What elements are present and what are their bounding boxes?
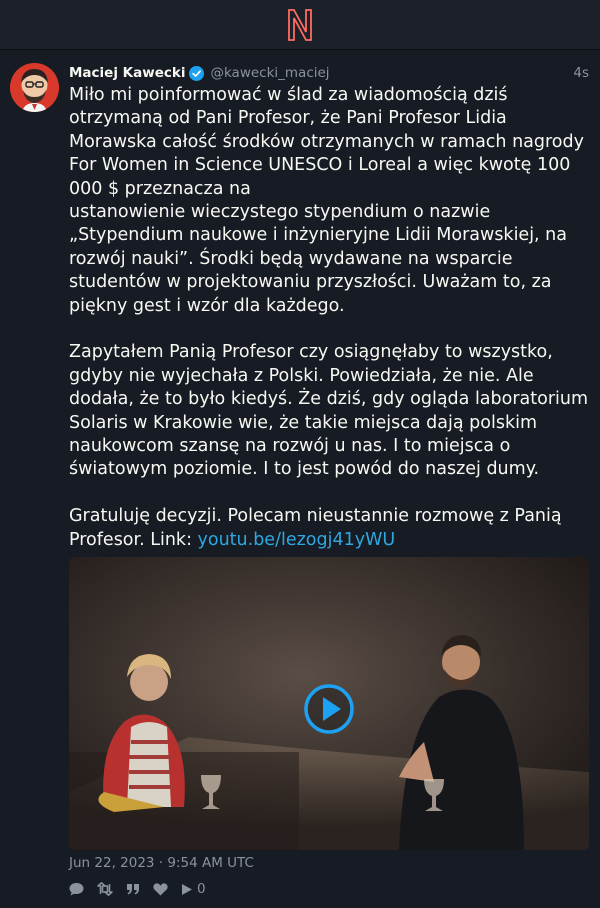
tweet-time-link[interactable]: 4s [573,65,589,81]
tweet-date-link[interactable]: Jun 22, 2023 · 9:54 AM UTC [69,855,254,871]
quote-icon [127,884,139,895]
tweet-paragraph-last: Gratuluję decyzji. Polecam nieustannie r… [69,505,589,552]
views-count: 0 [197,881,206,897]
tweet-stats: 0 [69,880,215,898]
reply-stat[interactable] [69,882,88,896]
tweet-header: Maciej Kawecki @kawecki_maciej 4s [69,62,589,84]
views-stat[interactable]: 0 [181,881,206,897]
retweet-icon [97,882,113,896]
nitter-logo-icon[interactable] [286,8,314,42]
top-navbar [0,0,600,50]
tweet-paragraph: Zapytałem Panią Profesor czy osiągnęłaby… [69,342,589,480]
username-link[interactable]: @kawecki_maciej [210,65,329,81]
fullname-link[interactable]: Maciej Kawecki [69,65,185,81]
tweet: Maciej Kawecki @kawecki_maciej 4s Miło m… [0,50,600,908]
youtube-link[interactable]: youtu.be/lezogj41yWU [198,530,396,550]
heart-icon [153,882,168,895]
avatar[interactable] [10,63,59,112]
tweet-content: Miło mi poinformować w ślad za wiadomośc… [69,84,589,552]
video-thumbnail[interactable] [69,557,589,850]
comment-icon [69,883,84,896]
like-stat[interactable] [153,882,172,896]
tweet-paragraph: ustanowienie wieczystego stypendium o na… [69,202,567,316]
verified-badge-icon [189,65,205,81]
retweet-stat[interactable] [97,882,117,896]
quote-stat[interactable] [126,882,144,896]
play-button-icon[interactable] [303,683,355,735]
play-icon [182,883,192,895]
tweet-paragraph: Miło mi poinformować w ślad za wiadomośc… [69,85,584,199]
